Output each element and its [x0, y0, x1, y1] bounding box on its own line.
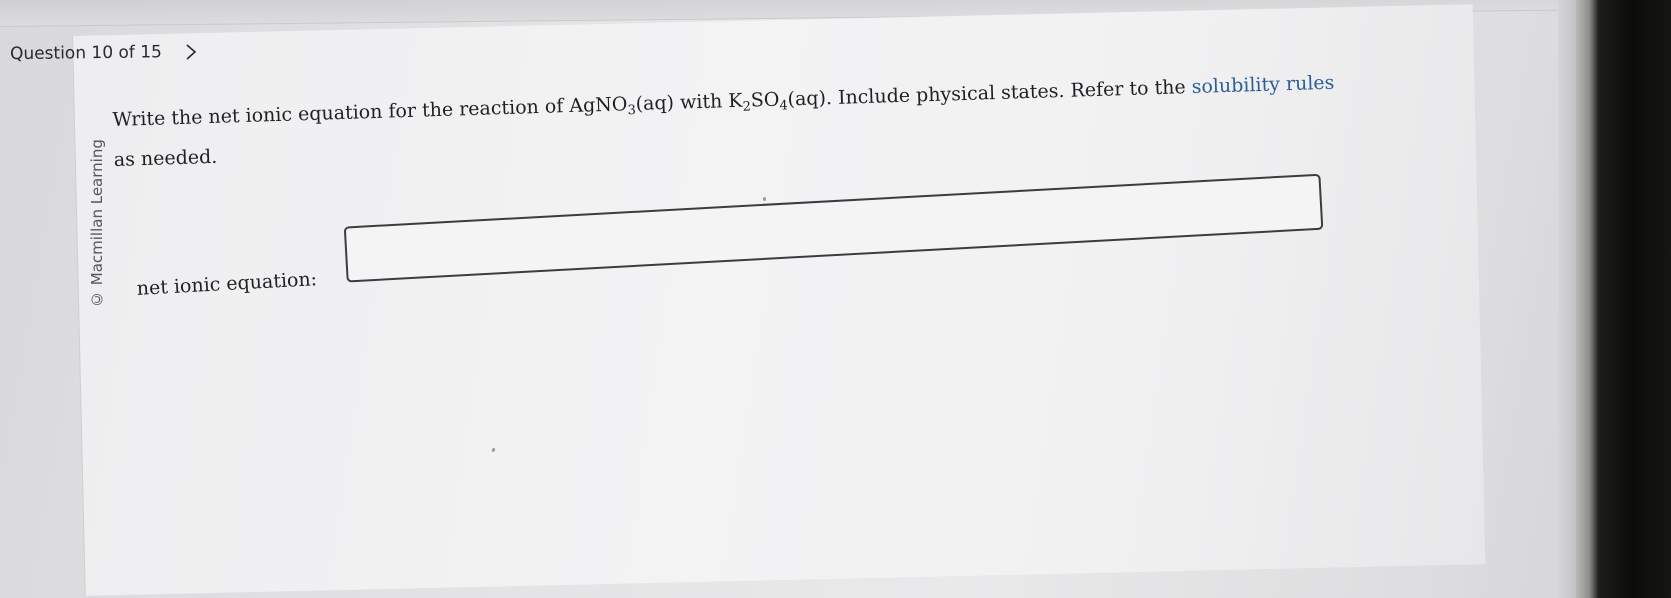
screen-edge [1558, 0, 1576, 598]
formula-k2so4: K2SO4(aq) [727, 87, 827, 115]
answer-label: net ionic equation: [136, 268, 318, 300]
question-header: Question 10 of 15 [10, 42, 198, 64]
prompt-text-4: as needed. [113, 145, 218, 171]
question-counter: Question 10 of 15 [9, 42, 163, 65]
prompt-text-3: . Include physical states. Refer to the [825, 76, 1193, 110]
formula-agno3: AgNO3(aq) [569, 91, 675, 119]
screen-speck [763, 197, 766, 201]
copyright-notice: © Macmillan Learning [88, 139, 106, 308]
monitor-bezel [1576, 0, 1671, 598]
screen: Question 10 of 15 © Macmillan Learning W… [0, 0, 1671, 598]
chevron-right-icon[interactable] [184, 42, 198, 62]
prompt-text-2: with [673, 90, 729, 114]
prompt-text-1: Write the net ionic equation for the rea… [112, 95, 570, 131]
solubility-rules-link[interactable]: solubility rules [1191, 72, 1334, 98]
